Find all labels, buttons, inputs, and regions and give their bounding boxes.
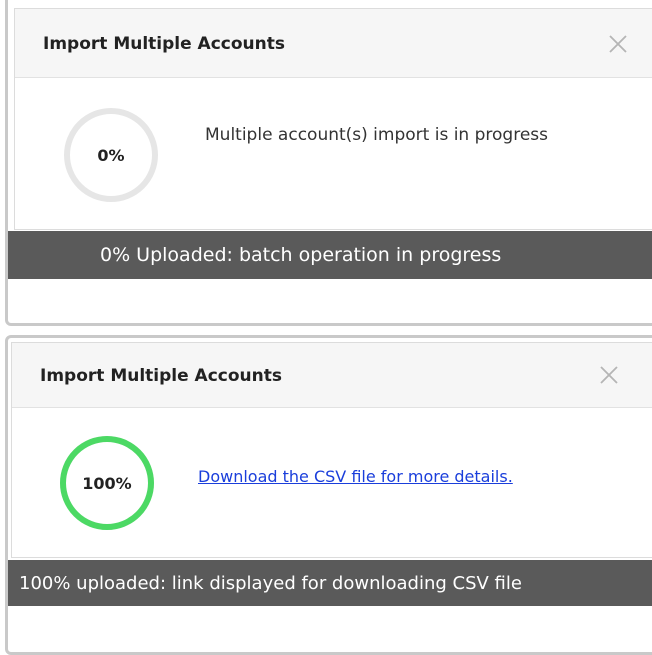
progress-ring: 100%	[57, 433, 157, 533]
dialog-title: Import Multiple Accounts	[40, 366, 283, 386]
import-dialog: Import Multiple Accounts 100% Download t…	[11, 342, 652, 558]
progress-percent: 100%	[82, 473, 132, 493]
caption-text: 0% Uploaded: batch operation in progress	[100, 244, 502, 266]
progress-percent: 0%	[97, 145, 125, 165]
dialog-title: Import Multiple Accounts	[43, 34, 286, 54]
dialog-header: Import Multiple Accounts	[15, 9, 652, 78]
import-dialog: Import Multiple Accounts 0% Multiple acc…	[14, 8, 652, 230]
screenshot-panel-complete: Import Multiple Accounts 100% Download t…	[5, 335, 652, 655]
close-icon[interactable]	[607, 33, 629, 55]
download-csv-link[interactable]: Download the CSV file for more details.	[198, 467, 513, 486]
screenshot-panel-in-progress: Import Multiple Accounts 0% Multiple acc…	[5, 0, 652, 326]
caption-text: 100% uploaded: link displayed for downlo…	[19, 572, 522, 594]
progress-ring: 0%	[61, 105, 161, 205]
import-status-message: Multiple account(s) import is in progres…	[205, 125, 548, 145]
dialog-header: Import Multiple Accounts	[12, 343, 652, 408]
caption-bar: 0% Uploaded: batch operation in progress	[8, 231, 652, 279]
caption-bar: 100% uploaded: link displayed for downlo…	[8, 560, 652, 606]
close-icon[interactable]	[598, 364, 620, 386]
